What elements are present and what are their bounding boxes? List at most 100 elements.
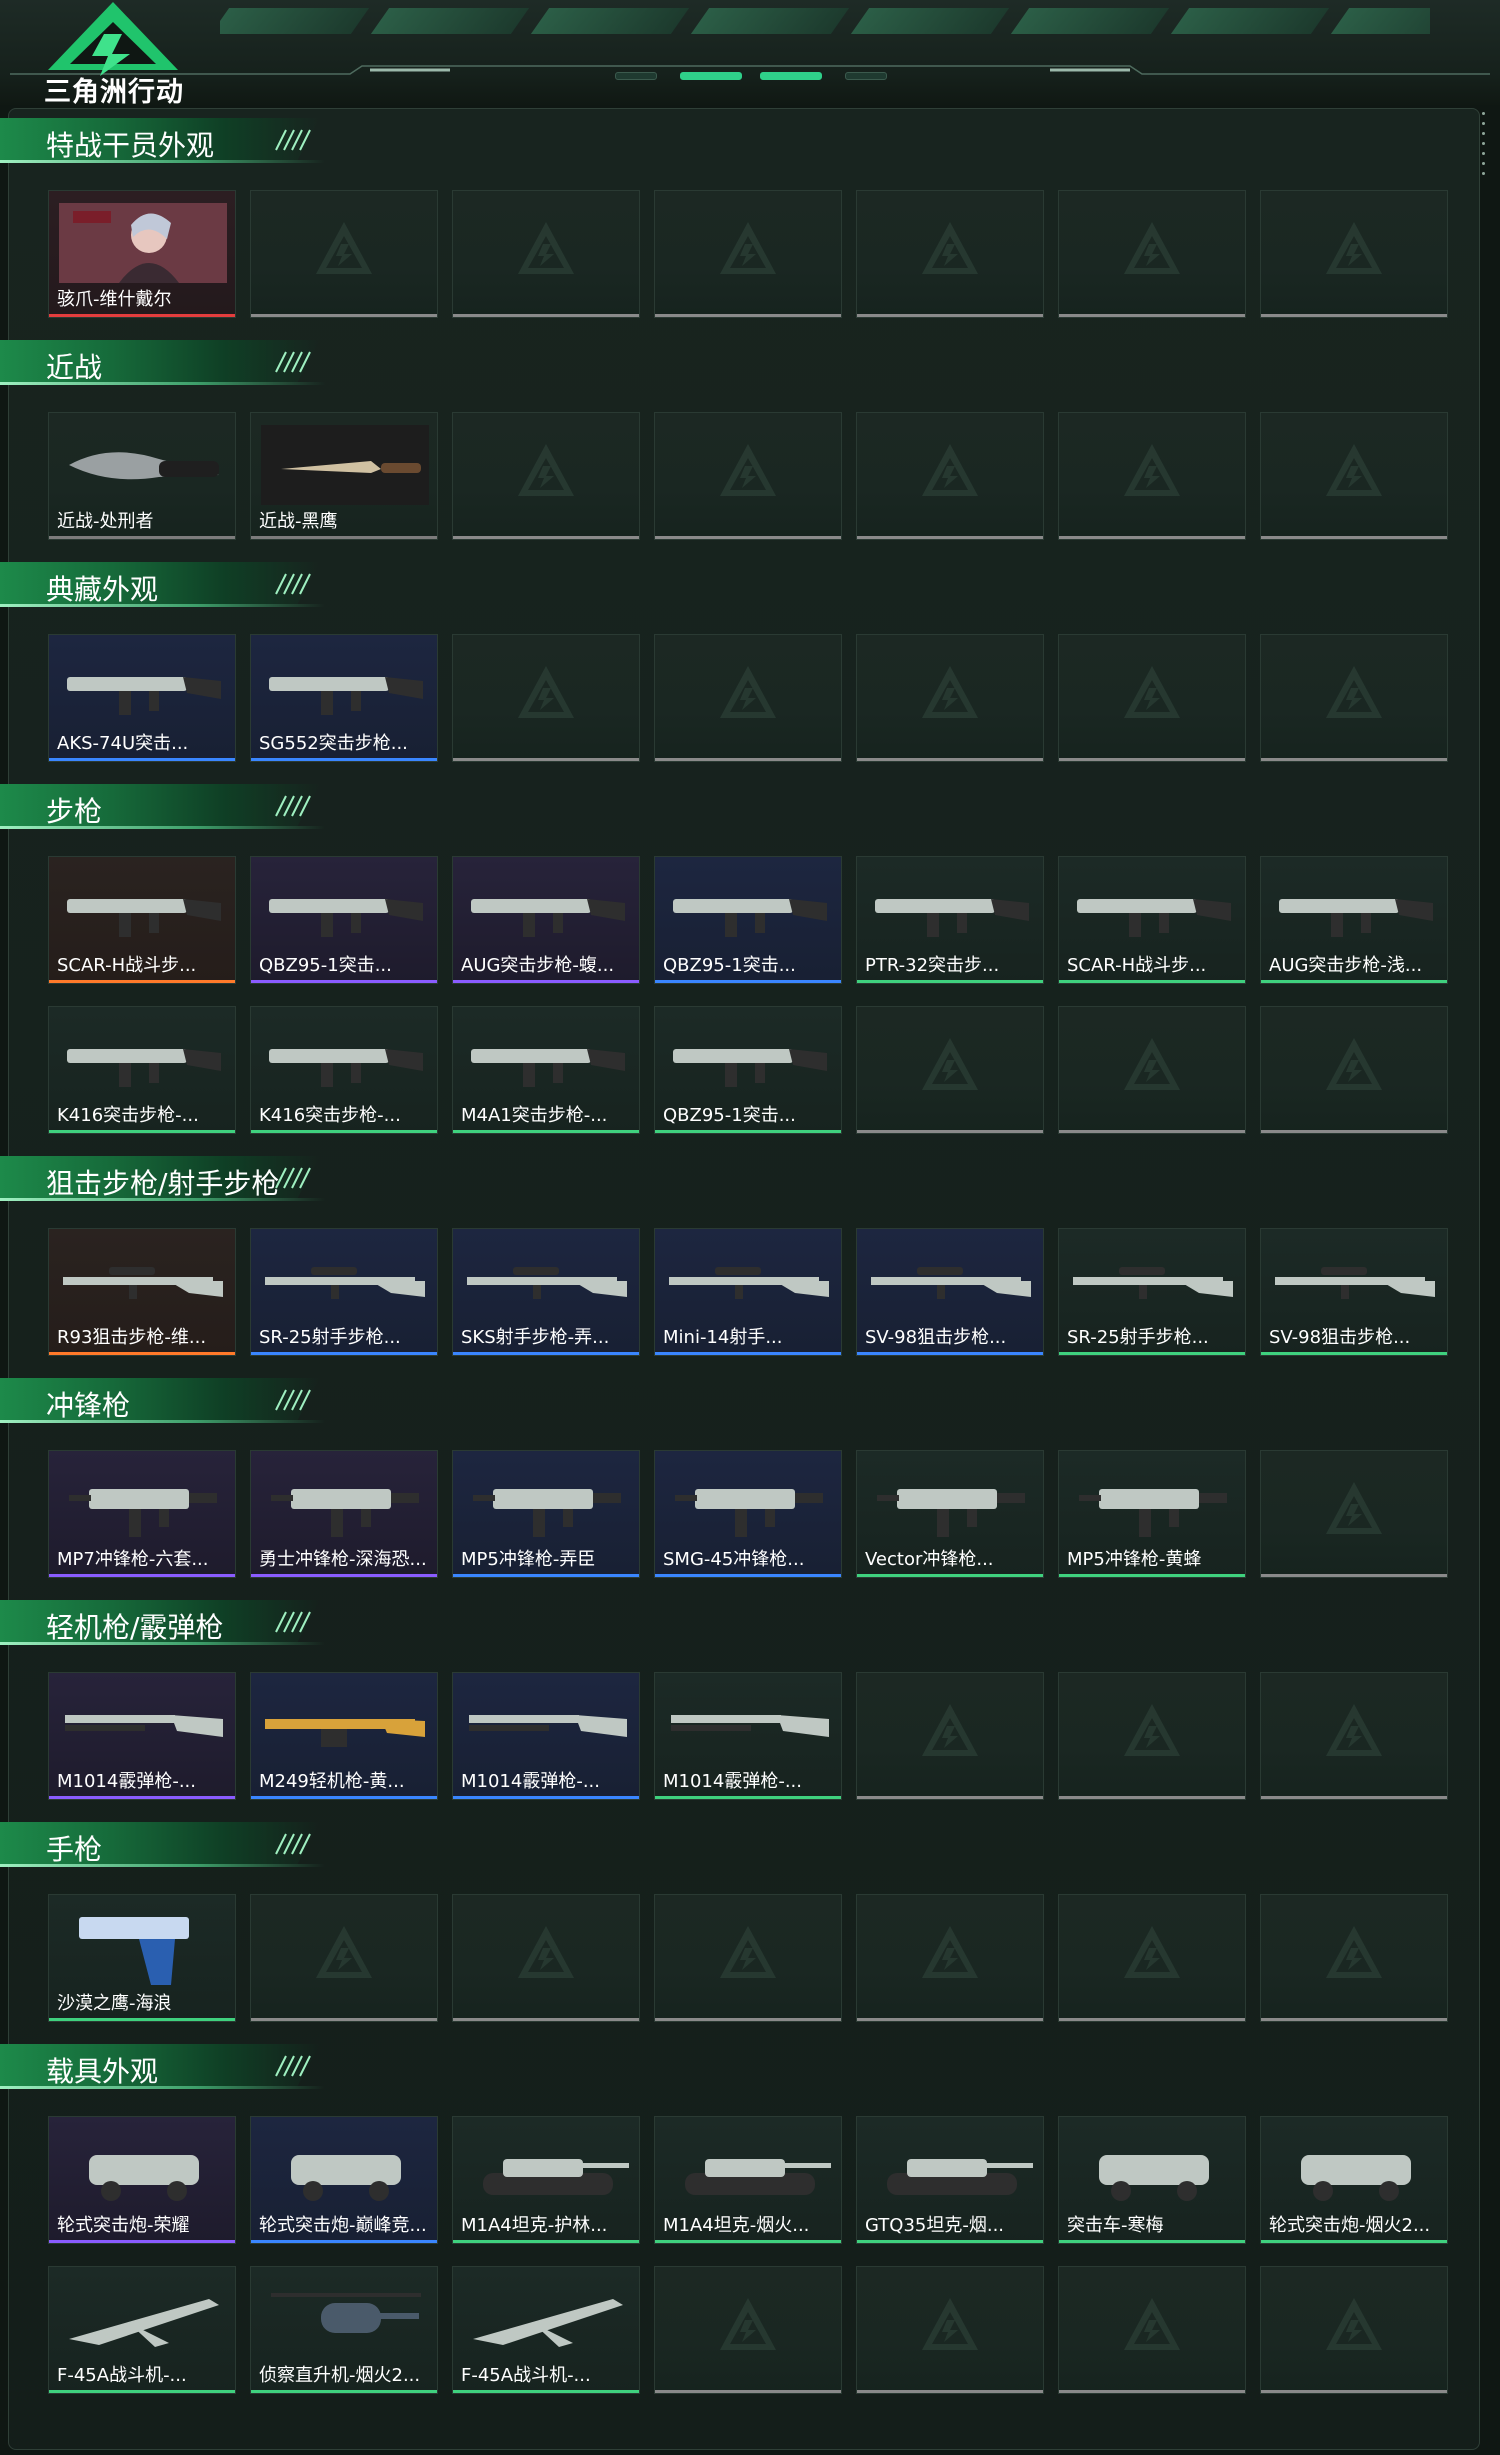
- empty-slot: [856, 2266, 1044, 2394]
- placeholder-logo-icon: [1326, 444, 1382, 496]
- item-card[interactable]: 轮式突击炮-荣耀: [48, 2116, 236, 2244]
- item-name: SV-98狙击步枪...: [865, 1327, 1007, 1348]
- tank-icon: [887, 2159, 1033, 2195]
- rifle-icon: [269, 1049, 423, 1087]
- rifle-icon: [471, 899, 625, 937]
- item-card[interactable]: R93狙击步枪-维...: [48, 1228, 236, 1356]
- placeholder-logo-icon: [922, 1704, 978, 1756]
- item-card[interactable]: 勇士冲锋枪-深海恐...: [250, 1450, 438, 1578]
- item-card[interactable]: MP5冲锋枪-弄臣: [452, 1450, 640, 1578]
- empty-slot: [1058, 1894, 1246, 2022]
- scrollbar-handle[interactable]: [1482, 112, 1486, 182]
- item-card[interactable]: F-45A战斗机-...: [48, 2266, 236, 2394]
- slot-underline: [1261, 2390, 1447, 2393]
- placeholder-logo-icon: [518, 222, 574, 274]
- quality-bar: [857, 2240, 1043, 2243]
- item-name: M249轻机枪-黄...: [259, 1771, 405, 1792]
- empty-slot: [654, 190, 842, 318]
- item-card[interactable]: 沙漠之鹰-海浪: [48, 1894, 236, 2022]
- quality-bar: [1261, 1352, 1447, 1355]
- section-title: 典藏外观: [46, 573, 159, 606]
- item-card[interactable]: QBZ95-1突击...: [250, 856, 438, 984]
- item-card[interactable]: Mini-14射手...: [654, 1228, 842, 1356]
- empty-slot: [654, 634, 842, 762]
- item-card[interactable]: 骇爪-维什戴尔: [48, 190, 236, 318]
- item-name: M1014霰弹枪-...: [57, 1771, 196, 1792]
- item-name: MP5冲锋枪-黄蜂: [1067, 1549, 1202, 1570]
- item-card[interactable]: 近战-黑鹰: [250, 412, 438, 540]
- empty-slot: [1058, 1672, 1246, 1800]
- empty-slot: [1260, 1672, 1448, 1800]
- item-card[interactable]: SKS射手步枪-弄...: [452, 1228, 640, 1356]
- item-card[interactable]: PTR-32突击步...: [856, 856, 1044, 984]
- item-name: MP7冲锋枪-六套...: [57, 1549, 209, 1570]
- slot-underline: [857, 2390, 1043, 2393]
- item-card[interactable]: AKS-74U突击...: [48, 634, 236, 762]
- item-card[interactable]: M4A1突击步枪-...: [452, 1006, 640, 1134]
- quality-bar: [49, 2018, 235, 2021]
- item-name: QBZ95-1突击...: [663, 1105, 796, 1126]
- item-card[interactable]: M1A4坦克-护林...: [452, 2116, 640, 2244]
- item-card[interactable]: AUG突击步枪-浅...: [1260, 856, 1448, 984]
- item-card[interactable]: SV-98狙击步枪...: [1260, 1228, 1448, 1356]
- slot-underline: [1059, 1130, 1245, 1133]
- section-title: 特战干员外观: [46, 129, 215, 162]
- rifle-icon: [269, 899, 423, 937]
- item-card[interactable]: QBZ95-1突击...: [654, 1006, 842, 1134]
- section-header: 步枪: [0, 784, 330, 830]
- item-card[interactable]: SCAR-H战斗步...: [1058, 856, 1246, 984]
- item-card[interactable]: 侦察直升机-烟火2...: [250, 2266, 438, 2394]
- jet-icon: [69, 2299, 219, 2347]
- item-card[interactable]: SMG-45冲锋枪...: [654, 1450, 842, 1578]
- helicopter-icon: [271, 2293, 421, 2333]
- placeholder-logo-icon: [720, 2298, 776, 2350]
- item-card[interactable]: MP5冲锋枪-黄蜂: [1058, 1450, 1246, 1578]
- item-card[interactable]: SCAR-H战斗步...: [48, 856, 236, 984]
- sniper-icon: [669, 1267, 829, 1299]
- item-name: SG552突击步枪...: [259, 733, 408, 754]
- item-card[interactable]: Vector冲锋枪...: [856, 1450, 1044, 1578]
- shotgun-icon: [469, 1715, 627, 1737]
- item-card[interactable]: 轮式突击炮-巅峰竞...: [250, 2116, 438, 2244]
- section-title: 步枪: [46, 795, 103, 828]
- quality-bar: [453, 980, 639, 983]
- tank-icon: [483, 2159, 629, 2195]
- slot-underline: [857, 1130, 1043, 1133]
- item-card[interactable]: M1014霰弹枪-...: [48, 1672, 236, 1800]
- item-card[interactable]: SG552突击步枪...: [250, 634, 438, 762]
- smg-icon: [69, 1489, 217, 1537]
- section-header: 狙击步枪/射手步枪: [0, 1156, 330, 1202]
- placeholder-logo-icon: [922, 1926, 978, 1978]
- item-card[interactable]: K416突击步枪-...: [48, 1006, 236, 1134]
- item-card[interactable]: GTQ35坦克-烟...: [856, 2116, 1044, 2244]
- item-card[interactable]: 突击车-寒梅: [1058, 2116, 1246, 2244]
- quality-bar: [1261, 2240, 1447, 2243]
- empty-slot: [1260, 634, 1448, 762]
- item-card[interactable]: QBZ95-1突击...: [654, 856, 842, 984]
- sniper-icon: [871, 1267, 1031, 1299]
- placeholder-logo-icon: [518, 1926, 574, 1978]
- item-card[interactable]: SR-25射手步枪...: [250, 1228, 438, 1356]
- item-name: 轮式突击炮-巅峰竞...: [259, 2215, 427, 2236]
- item-card[interactable]: MP7冲锋枪-六套...: [48, 1450, 236, 1578]
- section-title: 手枪: [46, 1833, 103, 1866]
- item-card[interactable]: AUG突击步枪-蝮...: [452, 856, 640, 984]
- quality-bar: [453, 2240, 639, 2243]
- placeholder-logo-icon: [1326, 1704, 1382, 1756]
- quality-bar: [655, 1796, 841, 1799]
- item-card[interactable]: M1014霰弹枪-...: [654, 1672, 842, 1800]
- item-card[interactable]: 近战-处刑者: [48, 412, 236, 540]
- quality-bar: [1261, 980, 1447, 983]
- item-card[interactable]: M1A4坦克-烟火...: [654, 2116, 842, 2244]
- quality-bar: [857, 1352, 1043, 1355]
- item-card[interactable]: SR-25射手步枪...: [1058, 1228, 1246, 1356]
- placeholder-logo-icon: [1124, 1038, 1180, 1090]
- item-card[interactable]: M249轻机枪-黄...: [250, 1672, 438, 1800]
- item-card[interactable]: 轮式突击炮-烟火2...: [1260, 2116, 1448, 2244]
- slot-underline: [1059, 314, 1245, 317]
- item-card[interactable]: SV-98狙击步枪...: [856, 1228, 1044, 1356]
- item-name: 轮式突击炮-烟火2...: [1269, 2215, 1431, 2236]
- item-card[interactable]: M1014霰弹枪-...: [452, 1672, 640, 1800]
- item-card[interactable]: K416突击步枪-...: [250, 1006, 438, 1134]
- item-card[interactable]: F-45A战斗机-...: [452, 2266, 640, 2394]
